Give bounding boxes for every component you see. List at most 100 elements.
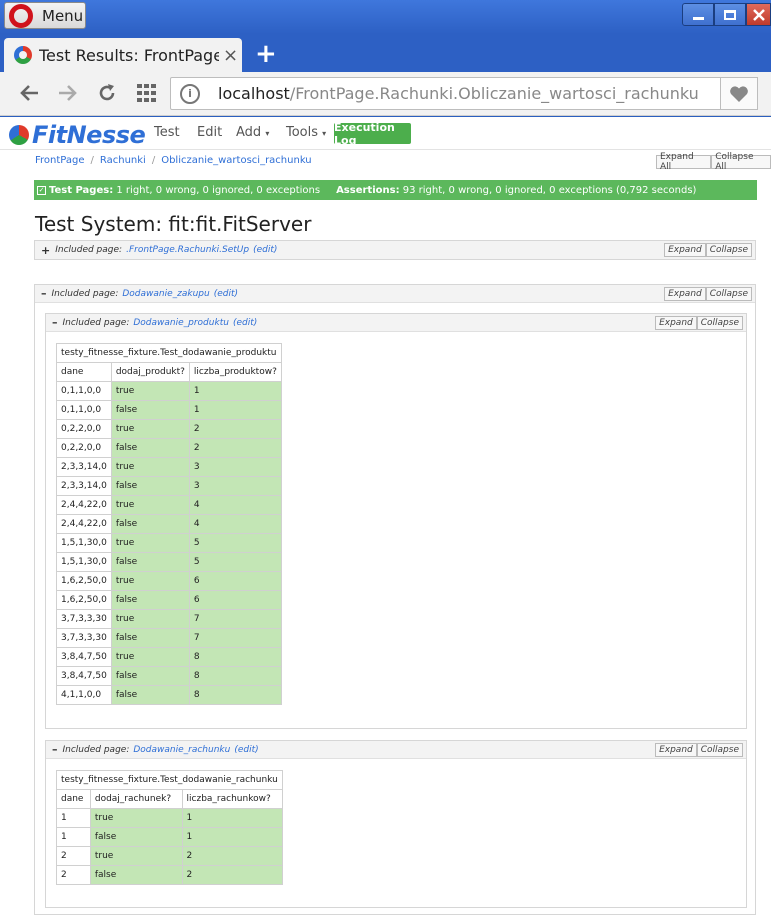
included-zakupu-header[interactable]: – Included page: Dodawanie_zakupu (edit)… [35,285,755,303]
close-window-button[interactable] [746,3,771,26]
navigation-bar: i localhost/FrontPage.Rachunki.Obliczani… [0,72,771,116]
expand-button[interactable]: Expand [664,287,706,301]
result-cell: false [110,590,190,610]
header-row: dane dodaj_produkt? liczba_produktow? [56,362,282,382]
table-row: 3,8,4,7,50 true 8 [56,647,282,667]
execution-log-button[interactable]: Execution Log [334,121,411,147]
included-page-link[interactable]: Dodawanie_rachunku [133,745,230,755]
fixture-row: testy_fitnesse_fixture.Test_dodawanie_ra… [56,770,283,790]
browser-tab[interactable]: Test Results: FrontPage.Rac × [4,38,242,72]
page-content: FitNesse Test Edit Add ▾ Tools ▾ Executi… [0,117,771,915]
edit-link[interactable]: (edit) [214,289,238,299]
result-cell: true [110,609,190,629]
result-cell: 1 [181,808,283,828]
edit-link[interactable]: (edit) [234,745,258,755]
breadcrumb-current[interactable]: Obliczanie_wartosci_rachunku [161,155,311,166]
expand-button[interactable]: Expand [664,243,706,257]
result-cell: false [89,865,183,885]
included-setup-header[interactable]: + Included page: .FrontPage.Rachunki.Set… [35,241,755,259]
result-cell: true [110,457,190,477]
input-cell: 0,1,1,0,0 [56,400,112,420]
input-cell: 0,2,2,0,0 [56,438,112,458]
breadcrumb-rachunki[interactable]: Rachunki [100,155,146,166]
table-row: 1,5,1,30,0 false 5 [56,552,282,572]
close-icon [752,8,765,21]
column-header: liczba_rachunkow? [181,789,283,809]
included-rachunku-header[interactable]: – Included page: Dodawanie_rachunku (edi… [46,741,746,759]
tab-close-icon[interactable]: × [223,45,238,66]
result-cell: 1 [188,400,282,420]
table-row: 2 true 2 [56,846,283,866]
maximize-button[interactable] [714,3,746,26]
input-cell: 1,5,1,30,0 [56,533,112,553]
column-header: dane [56,362,112,382]
speed-dial-grid-icon[interactable] [137,84,157,102]
column-header: dane [56,789,91,809]
input-cell: 0,2,2,0,0 [56,419,112,439]
table-row: 1,6,2,50,0 false 6 [56,590,282,610]
included-setup: + Included page: .FrontPage.Rachunki.Set… [34,240,756,260]
forward-icon[interactable] [57,84,77,102]
table-row: 0,2,2,0,0 true 2 [56,419,282,439]
minimize-button[interactable] [682,3,714,26]
expand-toggle-icon: + [41,243,51,257]
produktu-fixture-table: testy_fitnesse_fixture.Test_dodawanie_pr… [56,343,282,705]
table-row: 2,3,3,14,0 false 3 [56,476,282,496]
collapse-toggle-icon: – [41,287,47,300]
new-tab-button[interactable]: + [255,39,277,69]
menu-tools-label: Tools [286,125,319,140]
site-info-icon[interactable]: i [180,83,200,104]
menu-tools[interactable]: Tools ▾ [286,125,326,140]
fitnesse-logo[interactable]: FitNesse [9,121,146,149]
result-cell: 2 [181,846,283,866]
checkmark-icon: ✓ [37,185,46,195]
input-cell: 1,6,2,50,0 [56,590,112,610]
result-cell: false [110,438,190,458]
fitnesse-logo-text: FitNesse [32,121,146,149]
result-cell: true [110,495,190,515]
result-cell: true [110,419,190,439]
result-cell: 3 [188,476,282,496]
menu-edit[interactable]: Edit [197,125,222,140]
address-field[interactable]: i localhost/FrontPage.Rachunki.Obliczani… [170,77,721,110]
edit-link[interactable]: (edit) [253,245,277,255]
expand-all-button[interactable]: Expand All [656,152,712,172]
breadcrumb-frontpage[interactable]: FrontPage [35,155,85,166]
included-page-link[interactable]: Dodawanie_zakupu [122,289,209,299]
reload-icon[interactable] [97,83,117,103]
collapse-all-button[interactable]: Collapse All [711,152,771,172]
input-cell: 2,4,4,22,0 [56,495,112,515]
menu-add[interactable]: Add ▾ [236,125,269,140]
included-page-link[interactable]: Dodawanie_produktu [133,318,229,328]
collapse-button[interactable]: Collapse [696,316,743,330]
result-cell: 8 [188,666,282,686]
table-row: 2,4,4,22,0 true 4 [56,495,282,515]
rachunku-expand-collapse: Expand Collapse [655,743,743,757]
included-page-link[interactable]: .FrontPage.Rachunki.SetUp [126,245,249,255]
opera-menu-button[interactable]: Menu [4,2,86,29]
expand-button[interactable]: Expand [655,743,697,757]
menu-test[interactable]: Test [154,125,180,140]
expand-button[interactable]: Expand [655,316,697,330]
fixture-name-cell: testy_fitnesse_fixture.Test_dodawanie_ra… [56,770,283,790]
result-cell: true [110,571,190,591]
back-icon[interactable] [20,84,40,102]
setup-expand-collapse: Expand Collapse [664,243,752,257]
table-row: 1,5,1,30,0 true 5 [56,533,282,553]
fitnesse-favicon-icon [14,46,32,64]
column-header: dodaj_rachunek? [89,789,183,809]
test-summary-bar: ✓ Test Pages: 1 right, 0 wrong, 0 ignore… [34,180,757,200]
collapse-button[interactable]: Collapse [696,743,743,757]
collapse-button[interactable]: Collapse [705,287,752,301]
edit-link[interactable]: (edit) [233,318,257,328]
menu-add-label: Add [236,125,262,140]
fixture-row: testy_fitnesse_fixture.Test_dodawanie_pr… [56,343,282,363]
result-cell: 3 [188,457,282,477]
result-cell: 1 [181,827,283,847]
result-cell: 2 [181,865,283,885]
collapse-button[interactable]: Collapse [705,243,752,257]
included-produktu-header[interactable]: – Included page: Dodawanie_produktu (edi… [46,314,746,332]
summary-assertions-text: 93 right, 0 wrong, 0 ignored, 0 exceptio… [402,184,697,196]
bookmark-heart-button[interactable] [720,77,758,110]
fitnesse-swirl-icon [9,125,29,145]
